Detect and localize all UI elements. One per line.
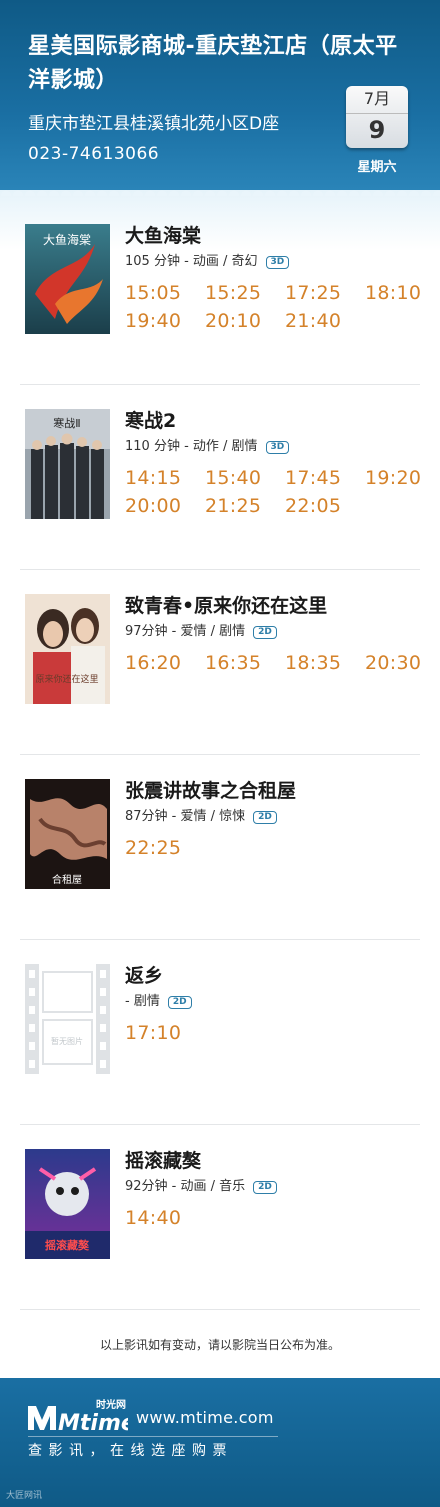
- showtimes: 14:40: [125, 1207, 425, 1229]
- showtimes: 14:15 15:40 17:45 19:20 20:00 21:25 22:0…: [125, 467, 425, 517]
- showtime[interactable]: 15:05: [125, 282, 205, 304]
- showtimes: 22:25: [125, 837, 425, 859]
- poster-title-text: 寒战Ⅱ: [53, 416, 80, 430]
- mtime-footer: Mtime 时光网 www.mtime.com 查影讯，在线选座购票 大匠网讯: [0, 1378, 440, 1507]
- showtime[interactable]: 14:15: [125, 467, 205, 489]
- placeholder-text: 暂无图片: [51, 1036, 83, 1046]
- movie-duration-genre: 110 分钟 - 动作 / 剧情: [125, 439, 258, 454]
- movie-meta: 110 分钟 - 动作 / 剧情 3D: [125, 438, 290, 456]
- logo-text: Mtime: [58, 1411, 128, 1434]
- showtime[interactable]: 17:25: [285, 282, 365, 304]
- format-badge: 3D: [265, 441, 290, 454]
- movie-meta: - 剧情 2D: [125, 993, 192, 1011]
- calendar-icon: 7月 9: [346, 86, 408, 148]
- movie-poster[interactable]: 大鱼海棠: [25, 224, 110, 334]
- showtime[interactable]: 22:25: [125, 837, 205, 859]
- calendar-day: 9: [368, 116, 386, 144]
- movie-meta: 105 分钟 - 动画 / 奇幻 3D: [125, 253, 290, 271]
- watermark-text: 大匠网讯: [6, 1491, 43, 1501]
- movie-item[interactable]: 合租屋 张震讲故事之合租屋 87分钟 - 爱情 / 惊悚 2D 22:25: [20, 755, 420, 940]
- showtime[interactable]: 18:35: [285, 652, 365, 674]
- disclaimer-note: 以上影讯如有变动，请以影院当日公布为准。: [99, 1338, 340, 1352]
- poster-title-text: 大鱼海棠: [43, 232, 91, 247]
- movie-duration-genre: 97分钟 - 爱情 / 剧情: [125, 624, 246, 639]
- showtime[interactable]: 20:10: [205, 310, 285, 332]
- movie-title[interactable]: 张震讲故事之合租屋: [125, 779, 296, 803]
- cinema-phone[interactable]: 023-74613066: [28, 142, 159, 166]
- logo-chinese: 时光网: [96, 1400, 126, 1411]
- format-badge: 3D: [265, 256, 290, 269]
- showtime[interactable]: 16:20: [125, 652, 205, 674]
- movie-title[interactable]: 返乡: [125, 964, 163, 988]
- format-badge: 2D: [253, 1181, 277, 1194]
- showtime[interactable]: 20:30: [365, 652, 425, 674]
- showtime[interactable]: 18:10: [365, 282, 425, 304]
- cinema-header: 星美国际影商城-重庆垫江店（原太平洋影城） 重庆市垫江县桂溪镇北苑小区D座 02…: [0, 0, 440, 190]
- movie-title[interactable]: 摇滚藏獒: [125, 1149, 201, 1173]
- showtime[interactable]: 17:45: [285, 467, 365, 489]
- showtime[interactable]: 19:40: [125, 310, 205, 332]
- movie-meta: 97分钟 - 爱情 / 剧情 2D: [125, 623, 277, 641]
- cinema-address[interactable]: 重庆市垫江县桂溪镇北苑小区D座: [28, 112, 279, 136]
- showtime[interactable]: 21:40: [285, 310, 365, 332]
- movie-item[interactable]: 暂无图片 返乡 - 剧情 2D 17:10: [20, 940, 420, 1125]
- format-badge: 2D: [253, 626, 277, 639]
- movie-item[interactable]: 原来你还在这里 致青春•原来你还在这里 97分钟 - 爱情 / 剧情 2D 16:…: [20, 570, 421, 755]
- movie-duration-genre: 105 分钟 - 动画 / 奇幻: [125, 254, 258, 269]
- poster-title-text: 合租屋: [52, 873, 82, 886]
- footer-slogan: 查影讯，在线选座购票: [28, 1443, 233, 1459]
- format-badge: 2D: [167, 996, 192, 1009]
- ticket-edge-bottom: [0, 1370, 440, 1380]
- showtimes: 16:20 16:35 18:35 20:30: [125, 652, 425, 674]
- site-url[interactable]: www.mtime.com: [136, 1408, 274, 1427]
- showtimes: 15:05 15:25 17:25 18:10 19:40 20:10 21:4…: [125, 282, 425, 332]
- calendar-month: 7月: [346, 86, 408, 114]
- footer-divider: [28, 1436, 278, 1437]
- poster-title-text: 原来你还在这里: [35, 673, 98, 685]
- movie-title[interactable]: 大鱼海棠: [125, 224, 201, 248]
- showtime[interactable]: 22:05: [285, 495, 365, 517]
- movie-title[interactable]: 致青春•原来你还在这里: [125, 594, 327, 618]
- movie-title[interactable]: 寒战2: [125, 409, 176, 433]
- movie-meta: 92分钟 - 动画 / 音乐 2D: [125, 1178, 277, 1196]
- showtime[interactable]: 19:20: [365, 467, 425, 489]
- movie-duration-genre: - 剧情: [125, 994, 160, 1009]
- movie-poster[interactable]: 寒战Ⅱ: [25, 409, 110, 519]
- movie-poster[interactable]: 合租屋: [25, 779, 110, 889]
- movie-meta: 87分钟 - 爱情 / 惊悚 2D: [125, 808, 277, 826]
- showtime[interactable]: 17:10: [125, 1022, 205, 1044]
- format-badge: 2D: [253, 811, 277, 824]
- showtime[interactable]: 15:40: [205, 467, 285, 489]
- movie-item[interactable]: 寒战Ⅱ 寒战2 110 分钟 - 动作 / 剧情 3D 14:15 15:40 1…: [20, 385, 421, 570]
- showtime[interactable]: 16:35: [205, 652, 285, 674]
- showtime[interactable]: 21:25: [205, 495, 285, 517]
- movie-poster-placeholder[interactable]: 暂无图片: [25, 964, 110, 1074]
- movie-duration-genre: 92分钟 - 动画 / 音乐: [125, 1179, 246, 1194]
- showtime[interactable]: 20:00: [125, 495, 205, 517]
- showtimes: 17:10: [125, 1022, 425, 1044]
- movie-poster[interactable]: 摇滚藏獒: [25, 1149, 110, 1259]
- movie-duration-genre: 87分钟 - 爱情 / 惊悚: [125, 809, 246, 824]
- movie-item[interactable]: 摇滚藏獒 摇滚藏獒 92分钟 - 动画 / 音乐 2D 14:40: [20, 1125, 420, 1310]
- movie-poster[interactable]: 原来你还在这里: [25, 594, 110, 704]
- movie-item[interactable]: 大鱼海棠 大鱼海棠 105 分钟 - 动画 / 奇幻 3D 15:05 15:25…: [20, 200, 421, 385]
- poster-title-text: 摇滚藏獒: [45, 1238, 90, 1252]
- ticket-edge-top: [0, 184, 440, 196]
- showtime[interactable]: 14:40: [125, 1207, 205, 1229]
- weekday-label: 星期六: [357, 160, 397, 175]
- showtime[interactable]: 15:25: [205, 282, 285, 304]
